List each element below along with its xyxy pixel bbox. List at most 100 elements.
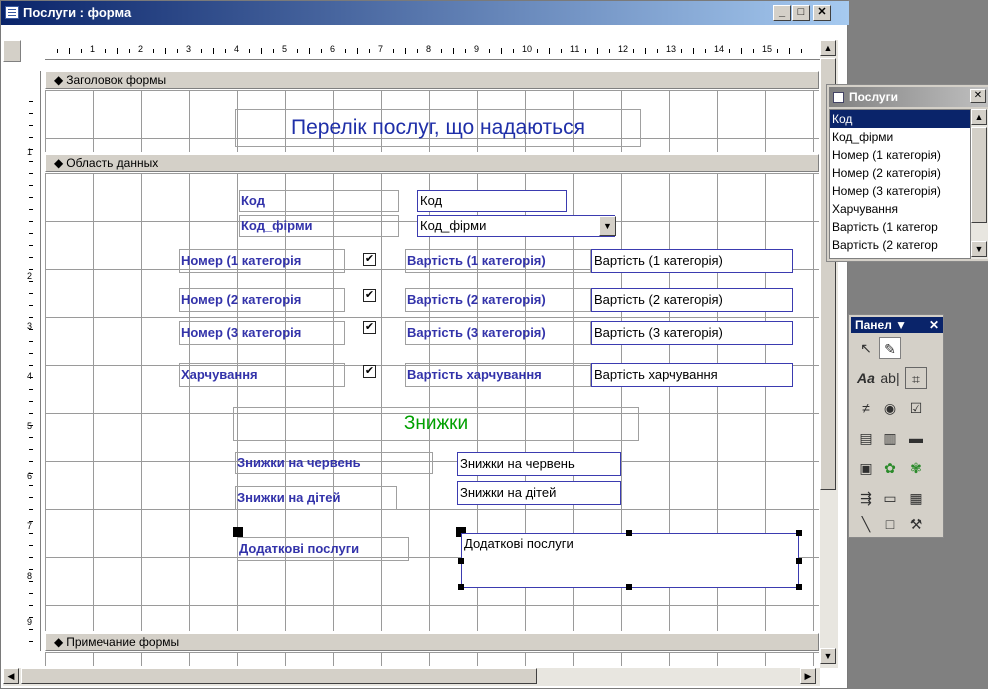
maximize-button[interactable]: □ — [792, 5, 810, 21]
kod-label[interactable]: Код — [239, 190, 399, 212]
field-list-item[interactable]: Номер (1 категорія) — [830, 146, 970, 164]
control-wizards-icon[interactable]: ✎ — [879, 337, 901, 359]
toolbox-window: Панел ▼ ✕ ↖ ✎ Aa ab| ⌗ ≠ ◉ ☑ ▤ ▥ ▬ ▣ ✿ ✾… — [848, 314, 944, 538]
subform-tool-icon[interactable]: ▦ — [905, 487, 927, 509]
vartist2-label[interactable]: Вартість (2 категорія) — [405, 288, 591, 312]
line-tool-icon[interactable]: ╲ — [855, 513, 877, 535]
vartist3-label[interactable]: Вартість (3 категорія) — [405, 321, 591, 345]
ruler-tick — [741, 48, 742, 54]
page-break-tool-icon[interactable]: ⇶ — [855, 487, 877, 509]
resize-handle[interactable] — [458, 584, 464, 590]
option-group-tool-icon[interactable]: ⌗ — [905, 367, 927, 389]
resize-handle[interactable] — [626, 584, 632, 590]
bound-object-tool-icon[interactable]: ✾ — [905, 457, 927, 479]
form-title-label[interactable]: Перелік послуг, що надаються — [235, 109, 641, 147]
field-list-item[interactable]: Код_фірми — [830, 128, 970, 146]
ruler-number: 9 — [27, 617, 33, 627]
field-list-item[interactable]: Вартість (1 категор — [830, 218, 970, 236]
field-list-item[interactable]: Номер (2 категорія) — [830, 164, 970, 182]
unbound-object-tool-icon[interactable]: ✿ — [879, 457, 901, 479]
kids-discount-textbox[interactable]: Знижки на дітей — [457, 481, 621, 505]
extra-services-label[interactable]: Додаткові послуги — [237, 537, 409, 561]
option-button-tool-icon[interactable]: ◉ — [879, 397, 901, 419]
kod-firmy-combobox[interactable]: Код_фірми — [417, 215, 615, 237]
field-list-title-bar[interactable]: Послуги — [829, 87, 988, 107]
field-list[interactable]: Код Код_фірми Номер (1 категорія) Номер (2 … — [829, 109, 971, 259]
close-button[interactable]: ✕ — [813, 5, 831, 21]
horizontal-scroll-thumb[interactable] — [21, 668, 537, 684]
resize-handle[interactable] — [796, 584, 802, 590]
nomer3-checkbox[interactable]: ✔ — [363, 321, 376, 334]
textbox-tool-icon[interactable]: ab| — [879, 367, 901, 389]
scroll-up-icon[interactable]: ▲ — [971, 109, 987, 125]
scroll-right-icon[interactable]: ▶ — [800, 668, 816, 684]
nomer3-label[interactable]: Номер (3 категорія — [179, 321, 345, 345]
combo-dropdown-icon[interactable]: ▼ — [599, 216, 616, 236]
more-controls-icon[interactable]: ⚒ — [905, 513, 927, 535]
toolbox-title: Панел ▼ — [855, 318, 908, 332]
vertical-ruler[interactable]: 123456789 — [23, 71, 41, 651]
vartist1-label[interactable]: Вартість (1 категорія) — [405, 249, 591, 273]
kod-firmy-label[interactable]: Код_фірми — [239, 215, 399, 237]
scroll-up-icon[interactable]: ▲ — [820, 40, 836, 56]
ruler-tick — [29, 245, 33, 246]
nomer1-checkbox[interactable]: ✔ — [363, 253, 376, 266]
horizontal-scrollbar[interactable]: ◀ ▶ — [3, 668, 820, 686]
nomer1-label[interactable]: Номер (1 категорія — [179, 249, 345, 273]
june-discount-textbox[interactable]: Знижки на червень — [457, 452, 621, 476]
rectangle-tool-icon[interactable]: □ — [879, 513, 901, 535]
checkbox-tool-icon[interactable]: ☑ — [905, 397, 927, 419]
listbox-tool-icon[interactable]: ▥ — [879, 427, 901, 449]
ruler-corner-selector[interactable] — [3, 40, 21, 62]
label-tool-icon[interactable]: Aa — [855, 367, 877, 389]
field-list-item[interactable]: Код — [830, 110, 970, 128]
resize-handle[interactable] — [796, 530, 802, 536]
resize-handle[interactable] — [626, 530, 632, 536]
discounts-title-label[interactable]: Знижки — [233, 407, 639, 441]
section-header-bar[interactable]: ◆ Заголовок формы — [45, 71, 819, 89]
field-list-item[interactable]: Вартість (2 категор — [830, 236, 970, 254]
vartist-meal-textbox[interactable]: Вартість харчування — [591, 363, 793, 387]
scroll-left-icon[interactable]: ◀ — [3, 668, 19, 684]
section-detail-bar[interactable]: ◆ Область данных — [45, 154, 819, 172]
field-list-close-icon[interactable]: ✕ — [970, 89, 986, 103]
field-list-scroll-thumb[interactable] — [971, 127, 987, 223]
toggle-button-tool-icon[interactable]: ≠ — [855, 397, 877, 419]
title-bar[interactable]: Послуги : форма _ □ ✕ — [1, 1, 849, 25]
tab-control-tool-icon[interactable]: ▭ — [879, 487, 901, 509]
vartist1-textbox[interactable]: Вартість (1 категорія) — [591, 249, 793, 273]
extra-services-textbox[interactable]: Додаткові послуги — [461, 533, 799, 588]
resize-handle[interactable] — [458, 558, 464, 564]
meal-checkbox[interactable]: ✔ — [363, 365, 376, 378]
scroll-down-icon[interactable]: ▼ — [820, 648, 836, 664]
kids-discount-label[interactable]: Знижки на дітей — [235, 486, 397, 510]
move-handle[interactable] — [233, 527, 243, 537]
nomer2-label[interactable]: Номер (2 категорія — [179, 288, 345, 312]
kod-textbox[interactable]: Код — [417, 190, 567, 212]
ruler-tick — [29, 173, 33, 174]
ruler-tick — [29, 401, 33, 402]
command-button-tool-icon[interactable]: ▬ — [905, 427, 927, 449]
field-list-scrollbar[interactable]: ▲ ▼ — [971, 109, 988, 259]
ruler-number: 13 — [666, 44, 677, 54]
toolbox-title-bar[interactable]: Панел ▼ ✕ — [851, 317, 943, 333]
ruler-number: 5 — [282, 44, 288, 54]
field-list-item[interactable]: Харчування — [830, 200, 970, 218]
select-objects-icon[interactable]: ↖ — [855, 337, 877, 359]
combobox-tool-icon[interactable]: ▤ — [855, 427, 877, 449]
toolbox-close-icon[interactable]: ✕ — [929, 317, 939, 333]
section-footer-bar[interactable]: ◆ Примечание формы — [45, 633, 819, 651]
vartist-meal-label[interactable]: Вартість харчування — [405, 363, 591, 387]
minimize-button[interactable]: _ — [773, 5, 791, 21]
image-tool-icon[interactable]: ▣ — [855, 457, 877, 479]
scroll-down-icon[interactable]: ▼ — [971, 241, 987, 257]
field-list-item[interactable]: Номер (3 категорія) — [830, 182, 970, 200]
nomer2-checkbox[interactable]: ✔ — [363, 289, 376, 302]
resize-handle[interactable] — [796, 558, 802, 564]
meal-label[interactable]: Харчування — [179, 363, 345, 387]
horizontal-ruler[interactable]: 1 2 3 4 5 6 7 8 9 10 11 12 13 14 15 — [45, 42, 821, 60]
vartist3-textbox[interactable]: Вартість (3 категорія) — [591, 321, 793, 345]
footer-grid[interactable] — [45, 652, 819, 666]
june-discount-label[interactable]: Знижки на червень — [235, 452, 433, 474]
vartist2-textbox[interactable]: Вартість (2 категорія) — [591, 288, 793, 312]
